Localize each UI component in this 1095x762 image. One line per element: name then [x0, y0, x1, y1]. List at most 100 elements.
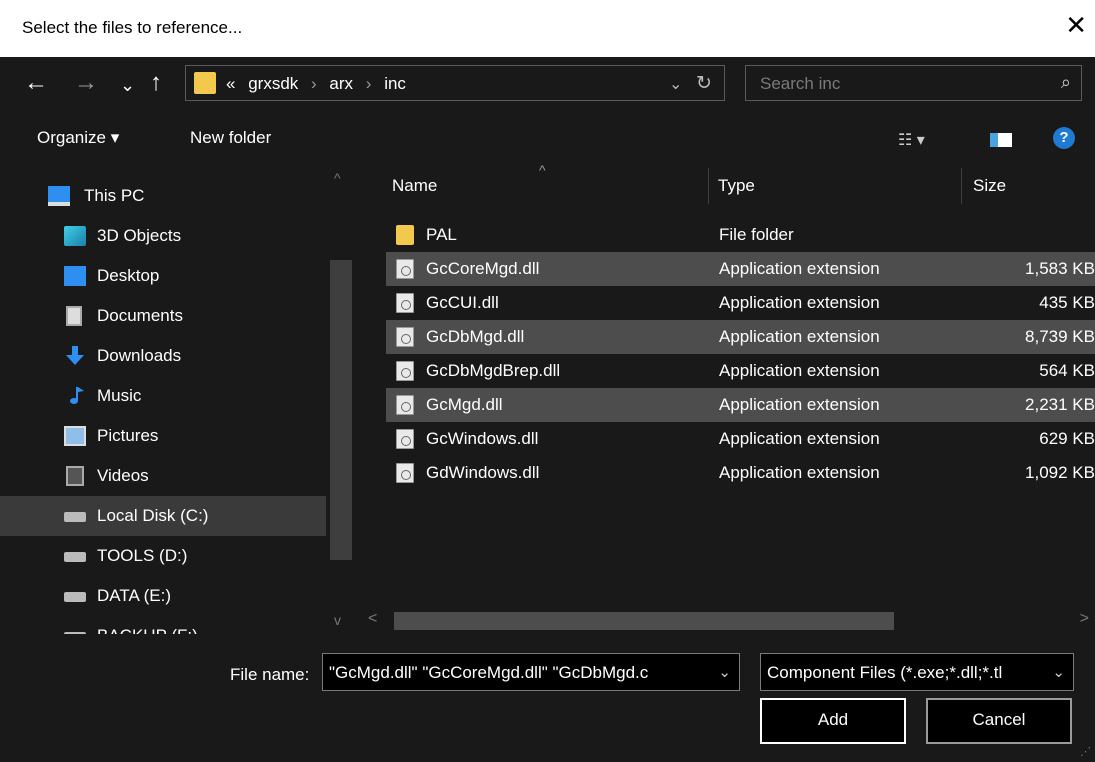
sidebar-item-tools-d[interactable]: TOOLS (D:)	[0, 536, 326, 576]
file-type-filter-value: Component Files (*.exe;*.dll;*.tl	[767, 663, 1003, 682]
file-row-gcmgd[interactable]: GcMgd.dll Application extension 2,231 KB	[386, 388, 1095, 422]
sidebar-item-label: Videos	[97, 466, 149, 485]
sidebar-item-label: Documents	[97, 306, 183, 325]
back-arrow-icon[interactable]: ←	[24, 69, 48, 97]
preview-pane-icon[interactable]	[990, 133, 1012, 147]
scroll-left-icon[interactable]: <	[368, 610, 377, 628]
sidebar-item-desktop[interactable]: Desktop	[0, 256, 326, 296]
file-name: GcCUI.dll	[426, 293, 499, 312]
file-size: 1,092 KB	[1025, 463, 1095, 482]
address-bar[interactable]: « grxsdk › arx › inc ⌄ ↻	[185, 65, 725, 101]
sidebar-item-backup-f[interactable]: BACKUP (F:)	[0, 616, 326, 634]
computer-icon	[48, 186, 70, 206]
file-type-filter-select[interactable]: Component Files (*.exe;*.dll;*.tl ⌄	[760, 653, 1074, 691]
sidebar-item-this-pc[interactable]: This PC	[0, 176, 326, 216]
file-row-gccoremgd[interactable]: GcCoreMgd.dll Application extension 1,58…	[386, 252, 1095, 286]
navigation-pane: This PC 3D Objects Desktop Documents Dow…	[0, 164, 356, 634]
file-row-gcdbmgdbrep[interactable]: GcDbMgdBrep.dll Application extension 56…	[386, 354, 1095, 388]
resize-grip-icon[interactable]: ⋰	[1080, 745, 1091, 758]
sidebar-item-label: Pictures	[97, 426, 159, 445]
file-row-gdwindows[interactable]: GdWindows.dll Application extension 1,09…	[386, 456, 1095, 490]
sidebar-item-local-disk-c[interactable]: Local Disk (C:)	[0, 496, 326, 536]
file-name: GdWindows.dll	[426, 463, 540, 482]
sidebar-item-music[interactable]: Music	[0, 376, 326, 416]
sidebar-item-videos[interactable]: Videos	[0, 456, 326, 496]
file-size: 629 KB	[1039, 429, 1095, 448]
sidebar-item-label: BACKUP (F:)	[97, 626, 198, 634]
organize-menu-button[interactable]: Organize ▾	[37, 128, 119, 148]
new-folder-button[interactable]: New folder	[190, 128, 271, 148]
file-type: Application extension	[719, 429, 880, 448]
drive-icon	[64, 592, 86, 602]
refresh-icon[interactable]: ↻	[696, 72, 712, 95]
file-row-gcwindows[interactable]: GcWindows.dll Application extension 629 …	[386, 422, 1095, 456]
file-name: GcMgd.dll	[426, 395, 503, 414]
file-name: GcWindows.dll	[426, 429, 539, 448]
search-icon[interactable]: ⌕	[1061, 72, 1071, 93]
documents-icon	[66, 306, 82, 326]
sidebar-item-3d-objects[interactable]: 3D Objects	[0, 216, 326, 256]
file-name-value[interactable]: "GcMgd.dll" "GcCoreMgd.dll" "GcDbMgd.c	[329, 663, 709, 683]
file-name: PAL	[426, 225, 457, 244]
drive-icon	[64, 552, 86, 562]
file-name: GcDbMgdBrep.dll	[426, 361, 561, 380]
help-icon[interactable]: ?	[1053, 127, 1075, 149]
file-type: Application extension	[719, 361, 880, 380]
videos-icon	[66, 466, 84, 486]
scroll-right-icon[interactable]: >	[1080, 610, 1089, 628]
pictures-icon	[64, 426, 86, 446]
downloads-icon	[66, 346, 84, 365]
chevron-down-icon[interactable]: ⌄	[718, 663, 731, 681]
breadcrumb-overflow[interactable]: «	[226, 74, 235, 93]
column-headers: ^ Name Type Size	[356, 164, 1095, 208]
column-divider[interactable]	[708, 168, 709, 204]
scroll-up-icon[interactable]: ^	[334, 170, 341, 186]
folder-icon	[396, 225, 414, 245]
sidebar-item-documents[interactable]: Documents	[0, 296, 326, 336]
folder-icon	[194, 72, 216, 94]
sidebar-item-data-e[interactable]: DATA (E:)	[0, 576, 326, 616]
column-header-type[interactable]: Type	[718, 176, 755, 196]
up-arrow-icon[interactable]: ↑	[150, 69, 162, 97]
scrollbar-thumb[interactable]	[330, 260, 352, 560]
view-options-icon[interactable]: ☷ ▾	[898, 130, 925, 150]
column-divider[interactable]	[961, 168, 962, 204]
column-header-size[interactable]: Size	[973, 176, 1006, 196]
address-dropdown-icon[interactable]: ⌄	[669, 74, 682, 94]
chevron-down-icon[interactable]: ⌄	[1052, 663, 1065, 681]
dialog-title: Select the files to reference...	[22, 18, 243, 37]
dll-file-icon	[396, 463, 414, 483]
file-size: 2,231 KB	[1025, 395, 1095, 414]
file-row-pal[interactable]: PAL File folder	[386, 218, 1095, 252]
file-size: 435 KB	[1039, 293, 1095, 312]
file-name-field[interactable]: "GcMgd.dll" "GcCoreMgd.dll" "GcDbMgd.c ⌄	[322, 653, 740, 691]
desktop-icon	[64, 266, 86, 286]
sort-ascending-icon: ^	[539, 164, 546, 178]
horizontal-scrollbar[interactable]: < >	[356, 608, 1095, 634]
file-name: GcCoreMgd.dll	[426, 259, 540, 278]
sidebar-item-label: DATA (E:)	[97, 586, 171, 605]
scroll-down-icon[interactable]: v	[334, 612, 341, 628]
recent-locations-chevron-icon[interactable]: ⌄	[120, 71, 135, 99]
file-row-gccui[interactable]: GcCUI.dll Application extension 435 KB	[386, 286, 1095, 320]
file-type: File folder	[719, 225, 794, 244]
close-icon[interactable]: ✕	[1065, 12, 1087, 38]
forward-arrow-icon[interactable]: →	[74, 69, 98, 97]
file-row-gcdbmgd[interactable]: GcDbMgd.dll Application extension 8,739 …	[386, 320, 1095, 354]
add-button[interactable]: Add	[760, 698, 906, 744]
file-size: 8,739 KB	[1025, 327, 1095, 346]
breadcrumb-item-inc[interactable]: inc	[384, 74, 406, 93]
dll-file-icon	[396, 327, 414, 347]
breadcrumb-item-grxsdk[interactable]: grxsdk	[248, 74, 298, 93]
search-input[interactable]: Search inc ⌕	[745, 65, 1082, 101]
command-toolbar: Organize ▾ New folder ☷ ▾ ?	[0, 112, 1095, 164]
sidebar-item-downloads[interactable]: Downloads	[0, 336, 326, 376]
file-type: Application extension	[719, 463, 880, 482]
sidebar-scrollbar[interactable]: ^ v	[326, 164, 356, 634]
column-header-name[interactable]: Name	[392, 176, 437, 196]
search-placeholder: Search inc	[760, 74, 841, 93]
sidebar-item-pictures[interactable]: Pictures	[0, 416, 326, 456]
cancel-button[interactable]: Cancel	[926, 698, 1072, 744]
scrollbar-thumb[interactable]	[394, 612, 894, 630]
breadcrumb-item-arx[interactable]: arx	[329, 74, 353, 93]
